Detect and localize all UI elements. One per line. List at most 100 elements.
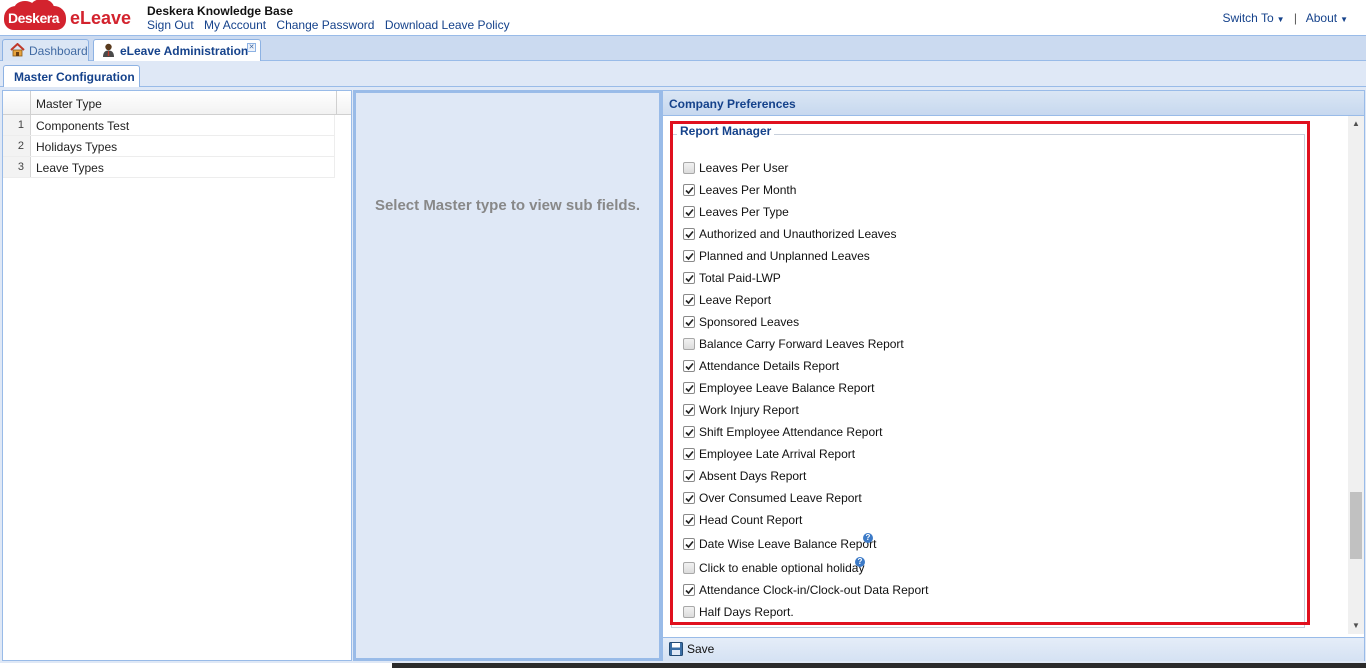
report-option-label: Leaves Per Month — [699, 183, 797, 197]
report-option-label: Sponsored Leaves — [699, 315, 800, 329]
report-option-label: Half Days Report. — [699, 605, 794, 619]
checkmark-icon — [685, 450, 694, 459]
download-leave-policy-link[interactable]: Download Leave Policy — [385, 18, 510, 32]
deskera-logo[interactable]: Deskera eLeave — [4, 0, 136, 32]
master-type-cell[interactable]: Components Test — [36, 119, 129, 133]
help-icon[interactable]: ? — [855, 557, 865, 567]
empty-state-message: Select Master type to view sub fields. — [374, 197, 641, 214]
checkbox-unchecked[interactable] — [683, 606, 695, 618]
cell-divider — [334, 157, 335, 177]
preferences-toolbar: Save — [663, 637, 1364, 661]
site-title: Deskera Knowledge Base — [147, 4, 294, 18]
checkbox-checked[interactable] — [683, 584, 695, 596]
change-password-link[interactable]: Change Password — [276, 18, 374, 32]
preferences-body: Report Manager Leaves Per User Leaves Per… — [663, 116, 1348, 634]
report-option-label: Click to enable optional holiday — [699, 561, 865, 575]
row-number: 1 — [3, 115, 31, 135]
report-option-label: Date Wise Leave Balance Report — [699, 537, 877, 551]
checkmark-icon — [685, 516, 694, 525]
report-option-label: Planned and Unplanned Leaves — [699, 249, 870, 263]
checkbox-checked[interactable] — [683, 538, 695, 550]
report-option-label: Employee Leave Balance Report — [699, 381, 875, 395]
switch-to-menu[interactable]: Switch To ▼ — [1223, 11, 1285, 25]
panel-title: Company Preferences — [663, 91, 1364, 116]
report-option-label: Leaves Per User — [699, 161, 789, 175]
report-option-label: Work Injury Report — [699, 403, 799, 417]
report-option-label: Leaves Per Type — [699, 205, 789, 219]
report-option-label: Authorized and Unauthorized Leaves — [699, 227, 897, 241]
main-tab-strip: Dashboard eLeave Administration ✕ — [0, 36, 1366, 62]
checkbox-checked[interactable] — [683, 184, 695, 196]
report-option-label: Attendance Details Report — [699, 359, 840, 373]
checkbox-unchecked[interactable] — [683, 562, 695, 574]
row-number: 2 — [3, 136, 31, 156]
master-type-cell[interactable]: Leave Types — [36, 161, 104, 175]
company-preferences-panel: Company Preferences Report Manager Leave… — [662, 90, 1365, 661]
checkbox-checked[interactable] — [683, 382, 695, 394]
report-option-label: Leave Report — [699, 293, 772, 307]
tab-master-configuration[interactable]: Master Configuration — [3, 65, 140, 87]
scroll-down-arrow-icon[interactable]: ▼ — [1348, 618, 1364, 634]
column-header-master-type[interactable]: Master Type — [36, 97, 102, 111]
checkbox-checked[interactable] — [683, 492, 695, 504]
close-icon[interactable]: ✕ — [247, 43, 256, 52]
checkbox-checked[interactable] — [683, 272, 695, 284]
sign-out-link[interactable]: Sign Out — [147, 18, 194, 32]
chevron-down-icon: ▼ — [1340, 15, 1348, 24]
table-row[interactable]: 1 Components Test — [3, 115, 335, 136]
checkbox-unchecked[interactable] — [683, 338, 695, 350]
checkbox-checked[interactable] — [683, 404, 695, 416]
save-button-label: Save — [687, 642, 715, 656]
scroll-up-arrow-icon[interactable]: ▲ — [1348, 116, 1364, 132]
table-row[interactable]: 2 Holidays Types — [3, 136, 335, 157]
checkmark-icon — [685, 296, 694, 305]
sub-fields-panel: Select Master type to view sub fields. — [353, 90, 662, 661]
header-right-menu: Switch To ▼ | About ▼ — [1223, 11, 1348, 25]
row-number-header — [3, 91, 31, 114]
checkbox-checked[interactable] — [683, 250, 695, 262]
checkmark-icon — [685, 494, 694, 503]
checkbox-checked[interactable] — [683, 470, 695, 482]
row-number: 3 — [3, 157, 31, 177]
app-header: Deskera eLeave Deskera Knowledge Base Si… — [0, 0, 1366, 36]
checkbox-checked[interactable] — [683, 206, 695, 218]
vertical-scrollbar[interactable]: ▲ ▼ — [1348, 116, 1364, 634]
save-button[interactable]: Save — [669, 642, 714, 658]
checkmark-icon — [685, 186, 694, 195]
checkmark-icon — [685, 384, 694, 393]
switch-to-label: Switch To — [1222, 11, 1274, 25]
checkmark-icon — [685, 362, 694, 371]
checkbox-checked[interactable] — [683, 316, 695, 328]
tab-dashboard[interactable]: Dashboard — [2, 39, 89, 61]
scrollbar-thumb[interactable] — [1350, 492, 1362, 559]
checkmark-icon — [685, 472, 694, 481]
checkbox-checked[interactable] — [683, 514, 695, 526]
checkbox-checked[interactable] — [683, 294, 695, 306]
taskbar-edge — [392, 663, 1366, 668]
report-option-label: Total Paid-LWP — [699, 271, 781, 285]
my-account-link[interactable]: My Account — [204, 18, 266, 32]
column-divider — [336, 91, 337, 114]
master-type-cell[interactable]: Holidays Types — [36, 140, 117, 154]
checkmark-icon — [685, 230, 694, 239]
admin-user-icon — [103, 43, 114, 57]
checkbox-unchecked[interactable] — [683, 162, 695, 174]
about-menu[interactable]: About ▼ — [1306, 11, 1348, 25]
checkbox-checked[interactable] — [683, 228, 695, 240]
checkbox-checked[interactable] — [683, 448, 695, 460]
tab-eleave-administration[interactable]: eLeave Administration ✕ — [93, 39, 261, 62]
checkmark-icon — [685, 252, 694, 261]
report-option-label: Shift Employee Attendance Report — [699, 425, 883, 439]
checkmark-icon — [685, 406, 694, 415]
checkbox-checked[interactable] — [683, 426, 695, 438]
help-icon[interactable]: ? — [863, 533, 873, 543]
report-option-label: Balance Carry Forward Leaves Report — [699, 337, 904, 351]
report-option-label: Attendance Clock-in/Clock-out Data Repor… — [699, 583, 929, 597]
logo-brand-text: Deskera — [8, 10, 60, 26]
checkmark-icon — [685, 274, 694, 283]
table-row[interactable]: 3 Leave Types — [3, 157, 335, 178]
master-type-grid: Master Type 1 Components Test 2 Holidays… — [2, 90, 352, 661]
checkbox-checked[interactable] — [683, 360, 695, 372]
report-option-label: Employee Late Arrival Report — [699, 447, 856, 461]
chevron-down-icon: ▼ — [1276, 15, 1285, 24]
